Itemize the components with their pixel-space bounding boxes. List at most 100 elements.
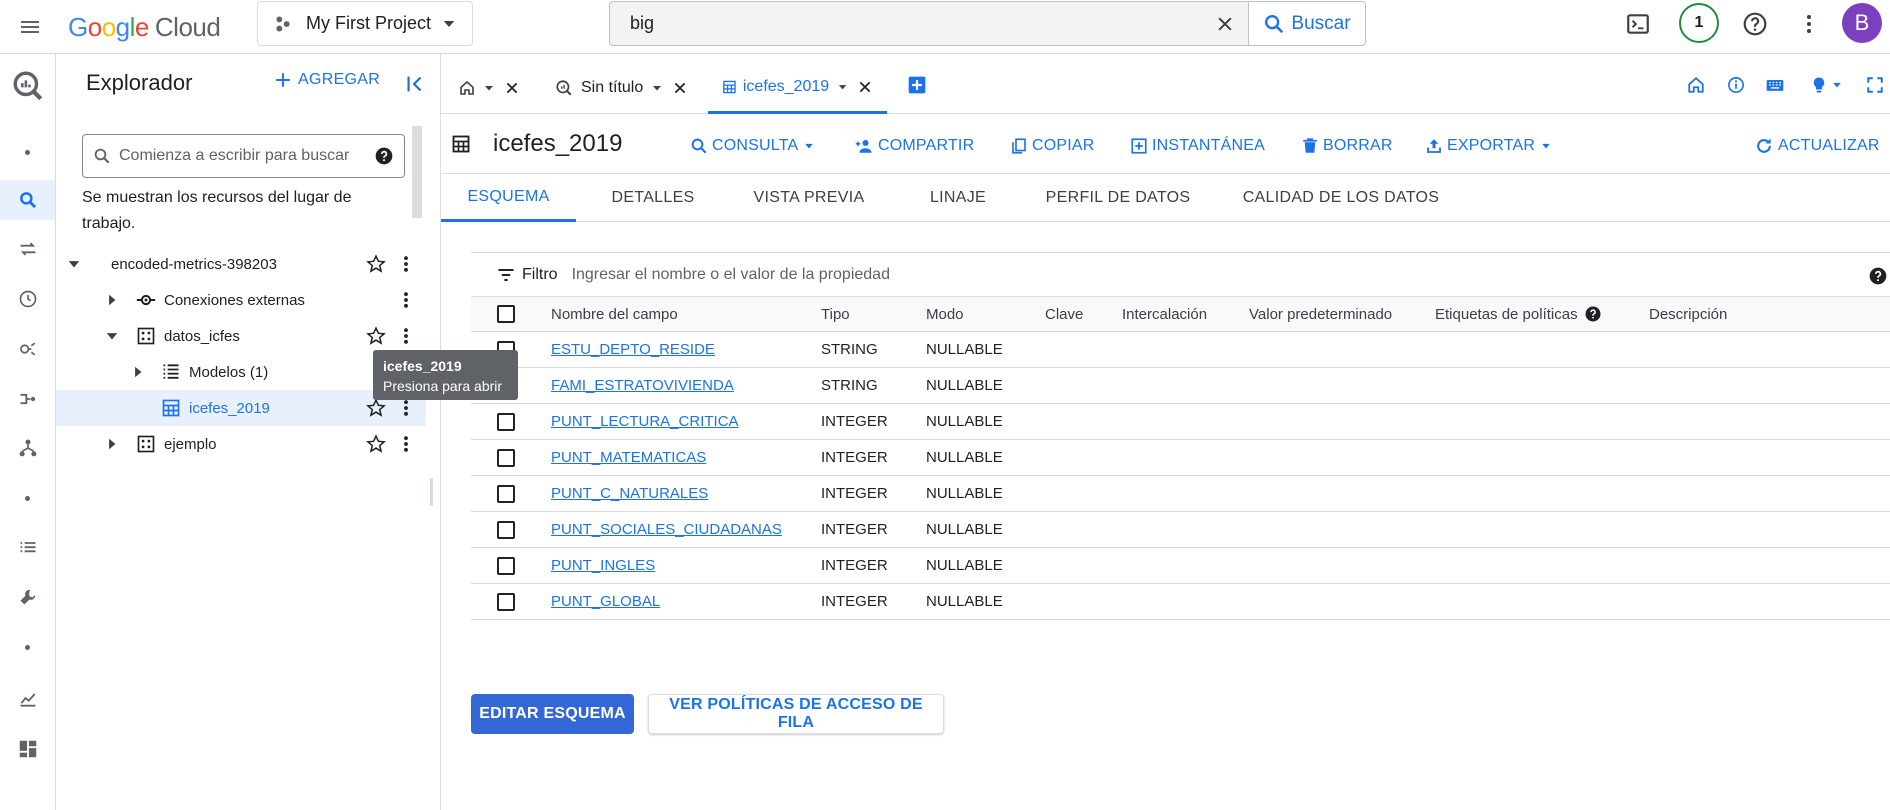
field-name-link[interactable]: FAMI_ESTRATOVIVIENDA	[551, 377, 734, 394]
rail-dataform[interactable]	[0, 379, 55, 419]
refresh-button[interactable]: ACTUALIZAR	[1754, 132, 1880, 160]
tree-row-table-icefes-2019[interactable]: icefes_2019	[56, 390, 426, 426]
search-input[interactable]	[610, 2, 1202, 45]
share-button[interactable]: COMPARTIR	[854, 132, 974, 160]
rail-list[interactable]	[0, 528, 55, 568]
tree-row-external-connections[interactable]: Conexiones externas	[56, 282, 426, 318]
tab-icefes-2019[interactable]: icefes_2019	[708, 62, 887, 114]
tree-row-project[interactable]: encoded-metrics-398203	[56, 246, 426, 282]
tree-row-models[interactable]: Modelos (1)	[56, 354, 426, 390]
delete-button[interactable]: BORRAR	[1301, 132, 1393, 160]
tips-button[interactable]	[1802, 70, 1850, 100]
expand-arrow[interactable]	[104, 292, 120, 308]
star-button[interactable]	[364, 252, 388, 276]
add-button[interactable]: AGREGAR	[274, 71, 380, 89]
filter-input[interactable]	[571, 265, 1172, 284]
tab-home[interactable]	[459, 62, 521, 114]
more-actions-button[interactable]	[396, 286, 416, 314]
row-checkbox[interactable]	[497, 448, 515, 467]
close-tab-button[interactable]	[856, 78, 873, 96]
more-actions-button[interactable]	[396, 250, 416, 278]
row-access-policies-button[interactable]: VER POLÍTICAS DE ACCESO DE FILA	[648, 694, 944, 734]
info-button[interactable]	[1721, 70, 1751, 100]
dropdown-arrow-icon[interactable]	[837, 81, 848, 93]
dropdown-arrow-icon[interactable]	[483, 82, 495, 94]
rail-workflows[interactable]	[0, 428, 55, 468]
field-name-link[interactable]: PUNT_SOCIALES_CIUDADANAS	[551, 521, 782, 538]
rail-analytics-hub[interactable]	[0, 329, 55, 369]
fullscreen-button[interactable]	[1860, 70, 1890, 100]
edit-schema-button[interactable]: EDITAR ESQUEMA	[471, 694, 634, 734]
explorer-scrollbar[interactable]	[412, 126, 422, 218]
query-button[interactable]: CONSULTA	[690, 132, 818, 160]
more-actions-button[interactable]	[396, 430, 416, 458]
header-default-value[interactable]: Valor predeterminado	[1249, 306, 1392, 323]
cloud-shell-button[interactable]	[1618, 4, 1658, 44]
close-tab-button[interactable]	[671, 79, 689, 97]
field-name-link[interactable]: PUNT_INGLES	[551, 557, 655, 574]
snapshot-button[interactable]: INSTANTÁNEA	[1130, 132, 1265, 160]
bigquery-logo-button[interactable]	[0, 62, 55, 110]
rail-dashboard[interactable]	[0, 729, 55, 769]
tab-schema[interactable]: ESQUEMA	[441, 174, 576, 222]
header-field-name[interactable]: Nombre del campo	[551, 306, 678, 323]
main-menu-button[interactable]	[14, 11, 46, 43]
tab-lineage[interactable]: LINAJE	[903, 174, 1013, 222]
expand-arrow[interactable]	[66, 256, 82, 272]
star-button[interactable]	[364, 324, 388, 348]
explorer-resize-handle[interactable]	[430, 478, 433, 506]
google-cloud-logo[interactable]: Google Cloud	[68, 10, 221, 44]
home-shortcut-button[interactable]	[1681, 70, 1711, 100]
rail-monitoring[interactable]	[0, 679, 55, 719]
rail-admin[interactable]	[0, 577, 55, 617]
explorer-search-input[interactable]	[119, 147, 374, 165]
more-actions-button[interactable]	[396, 322, 416, 350]
collapse-explorer-button[interactable]	[401, 70, 429, 98]
field-name-link[interactable]: ESTU_DEPTO_RESIDE	[551, 341, 715, 358]
clear-search-button[interactable]	[1202, 2, 1248, 45]
tree-row-dataset-datos-icfes[interactable]: datos_icfes	[56, 318, 426, 354]
tab-untitled-query[interactable]: Sin título	[555, 62, 689, 114]
tab-preview[interactable]: VISTA PREVIA	[727, 174, 891, 222]
row-checkbox[interactable]	[497, 520, 515, 539]
tab-details[interactable]: DETALLES	[595, 174, 711, 222]
dropdown-arrow-icon[interactable]	[651, 82, 663, 94]
expand-arrow[interactable]	[130, 364, 146, 380]
notifications-button[interactable]: 1	[1679, 3, 1719, 43]
rail-scheduled[interactable]	[0, 279, 55, 319]
help-filled-icon[interactable]	[1868, 266, 1888, 286]
project-picker[interactable]: My First Project	[257, 1, 473, 46]
expand-arrow[interactable]	[104, 328, 120, 344]
header-policy-tags[interactable]: Etiquetas de políticas	[1435, 305, 1602, 323]
tab-data-quality[interactable]: CALIDAD DE LOS DATOS	[1226, 174, 1456, 222]
expand-arrow[interactable]	[104, 436, 120, 452]
select-all-checkbox[interactable]	[497, 305, 515, 323]
close-tab-button[interactable]	[503, 79, 521, 97]
help-filled-icon[interactable]	[374, 146, 394, 166]
rail-search[interactable]	[0, 180, 55, 220]
header-key[interactable]: Clave	[1045, 306, 1083, 323]
keyboard-shortcuts-button[interactable]	[1760, 70, 1790, 100]
new-tab-button[interactable]	[902, 70, 932, 100]
row-checkbox[interactable]	[497, 556, 515, 575]
header-description[interactable]: Descripción	[1649, 306, 1727, 323]
star-button[interactable]	[364, 432, 388, 456]
header-mode[interactable]: Modo	[926, 306, 964, 323]
rail-transfers[interactable]	[0, 229, 55, 269]
row-checkbox[interactable]	[497, 592, 515, 611]
tree-row-dataset-ejemplo[interactable]: ejemplo	[56, 426, 426, 462]
header-type[interactable]: Tipo	[821, 306, 850, 323]
field-name-link[interactable]: PUNT_GLOBAL	[551, 593, 660, 610]
more-options-button[interactable]	[1789, 4, 1829, 44]
field-name-link[interactable]: PUNT_C_NATURALES	[551, 485, 708, 502]
account-button[interactable]: B	[1842, 3, 1882, 43]
help-button[interactable]	[1735, 4, 1775, 44]
search-button[interactable]: Buscar	[1248, 2, 1365, 45]
tab-data-profile[interactable]: PERFIL DE DATOS	[1023, 174, 1213, 222]
field-name-link[interactable]: PUNT_MATEMATICAS	[551, 449, 706, 466]
copy-button[interactable]: COPIAR	[1010, 132, 1095, 160]
field-name-link[interactable]: PUNT_LECTURA_CRITICA	[551, 413, 739, 430]
row-checkbox[interactable]	[497, 484, 515, 503]
header-collation[interactable]: Intercalación	[1122, 306, 1207, 323]
help-filled-icon[interactable]	[1584, 305, 1602, 323]
